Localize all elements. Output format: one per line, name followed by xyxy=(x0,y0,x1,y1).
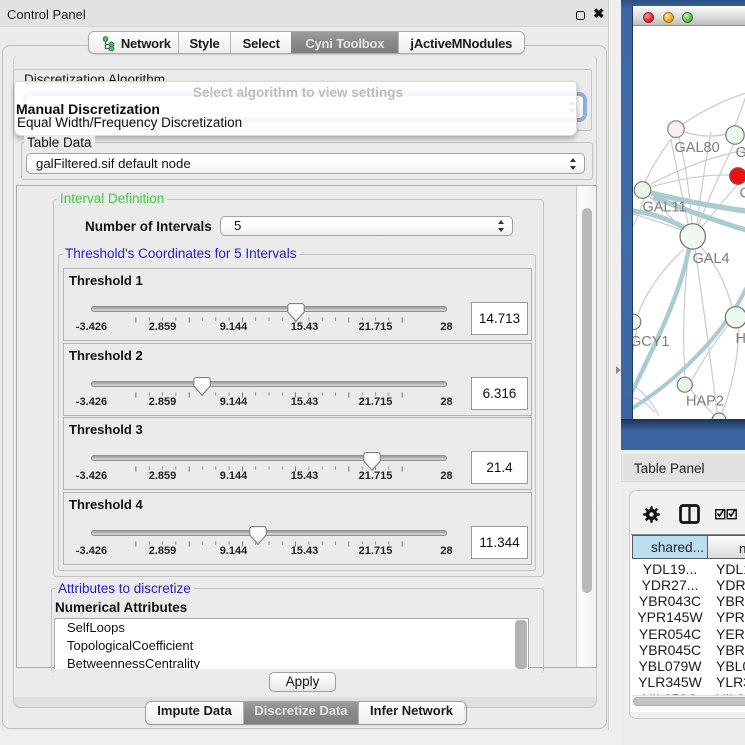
svg-text:GAL11: GAL11 xyxy=(643,200,687,216)
svg-text:C: C xyxy=(740,186,745,202)
svg-text:H: H xyxy=(736,331,745,347)
svg-text:HAP2: HAP2 xyxy=(686,394,724,410)
svg-text:GCY1: GCY1 xyxy=(633,334,670,350)
svg-text:GAL80: GAL80 xyxy=(675,140,720,156)
svg-text:GA: GA xyxy=(736,145,745,161)
svg-text:GAL4: GAL4 xyxy=(693,251,730,267)
